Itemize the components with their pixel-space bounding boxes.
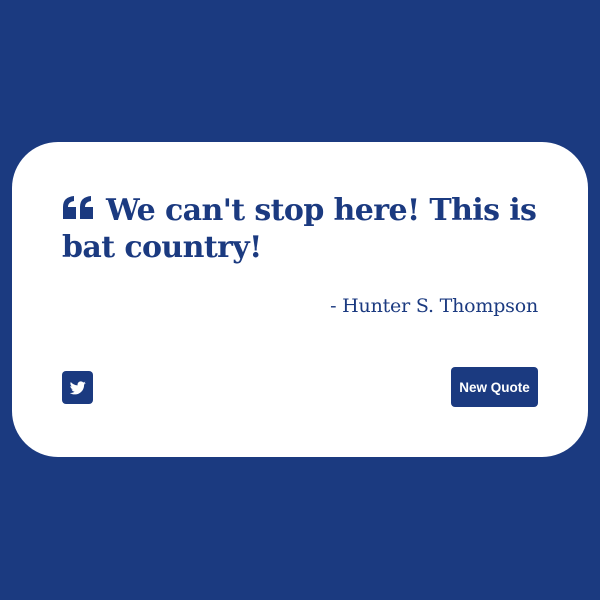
quote-text: We can't stop here! This is bat country! [62, 193, 537, 265]
new-quote-button[interactable]: New Quote [451, 367, 538, 407]
twitter-icon [69, 380, 86, 394]
tweet-quote-button[interactable] [62, 371, 93, 404]
quote-text-block: We can't stop here! This is bat country! [62, 192, 542, 266]
quote-author: - Hunter S. Thompson [330, 295, 538, 317]
quote-box: We can't stop here! This is bat country!… [12, 142, 588, 457]
quote-left-icon [62, 195, 94, 221]
